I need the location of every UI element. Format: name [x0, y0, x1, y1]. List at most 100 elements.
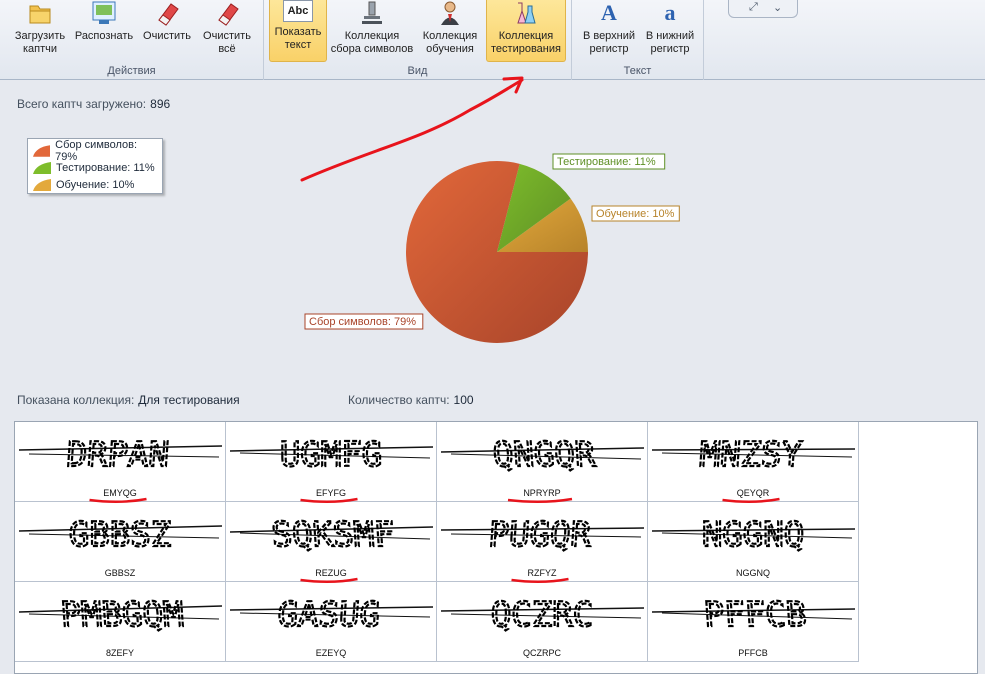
show-text-line2: текст [284, 39, 312, 51]
show-text-line1: Показать [274, 26, 322, 38]
chart-legend: Сбор символов: 79% Тестирование: 11% Обу… [27, 138, 163, 194]
legend-item: Обучение: 10% [33, 176, 157, 193]
captcha-image: MNZSY [652, 434, 855, 476]
captcha-distorted-text: QNGQR [492, 435, 598, 475]
captcha-cell[interactable]: PUGQR RZFYZ [437, 502, 648, 583]
captcha-distorted-text: PMBGQM [59, 595, 185, 635]
captcha-cell[interactable]: PFFCB PFFCB [648, 582, 859, 662]
testing-line2: тестирования [491, 43, 561, 55]
captcha-recognized-text: QCZRPC [523, 648, 561, 658]
captcha-cell[interactable]: QNGQR NPRYRP [437, 422, 648, 504]
captcha-distorted-text: QCZRC [491, 595, 593, 635]
show-text-button[interactable]: Abc Показать текст [269, 0, 327, 62]
legend-swatch [33, 161, 51, 174]
captcha-recognized-text: EZEYQ [315, 648, 347, 658]
captcha-cell[interactable]: GBBSZ GBBSZ [15, 502, 226, 582]
captcha-distorted-text: MNZSY [698, 435, 803, 475]
captcha-image: QNGQR [441, 434, 644, 476]
captcha-image: PUGQR [441, 514, 644, 556]
folder-icon [29, 5, 51, 24]
symbols-line1: Коллекция [344, 30, 400, 42]
captcha-distorted-text: DRPAN [65, 435, 170, 475]
captcha-cell[interactable]: GASUG EZEYQ [226, 582, 437, 662]
training-collection-button[interactable]: Коллекция обучения [416, 0, 484, 62]
captcha-cell[interactable]: MNZSY QEYQR [648, 422, 859, 503]
captcha-cell[interactable]: UGMFG EFYFG [226, 422, 437, 503]
slice-label: Обучение: 10% [596, 208, 675, 220]
captcha-image: UGMFG [230, 434, 433, 476]
legend-label: Сбор символов: 79% [55, 138, 138, 163]
ribbon-collapse-tab[interactable]: ⤢ ⌄ [728, 0, 798, 18]
legend-item: Тестирование: 11% [33, 159, 157, 176]
lowercase-line1: В нижний [645, 30, 695, 42]
symbols-collection-button[interactable]: Коллекция сбора символов [330, 0, 414, 62]
captcha-image: GBBSZ [19, 514, 222, 556]
captcha-image: DRPAN [19, 434, 222, 476]
legend-item: Сбор символов: 79% [33, 139, 157, 163]
recognize-line1: Распознать [74, 30, 134, 42]
load-captchas-button[interactable]: Загрузить каптчи [6, 0, 74, 62]
shown-collection-label: Показана коллекция: [17, 393, 135, 407]
symbols-line2: сбора символов [330, 43, 414, 55]
flasks-icon [517, 2, 536, 24]
clear-all-button[interactable]: Очистить всё [198, 0, 256, 62]
lowercase-line2: регистр [650, 43, 690, 55]
uppercase-button[interactable]: A В верхний регистр [578, 0, 640, 62]
captcha-image: GASUG [230, 594, 433, 636]
captcha-count-label: Количество каптч: [348, 393, 450, 407]
captcha-recognized-text: NGGNQ [735, 568, 770, 578]
captcha-cell[interactable]: NGGNQ NGGNQ [648, 502, 859, 582]
clear-line1: Очистить [143, 30, 191, 42]
view-group-label: Вид [407, 65, 428, 77]
recognize-icon [92, 1, 116, 24]
captcha-count-value: 100 [453, 393, 474, 407]
pie-chart-svg: Тестирование: 11% Обучение: 10% Сбор симво… [304, 153, 680, 343]
chevron-down-icon[interactable]: ⌄ [773, 1, 782, 14]
captcha-image: PMBGQM [19, 594, 222, 636]
captcha-image: PFFCB [652, 594, 855, 636]
legend-label: Обучение: 10% [56, 178, 135, 191]
captcha-cell[interactable]: SQKSMF REZUG [226, 502, 437, 583]
lowercase-button[interactable]: a В нижний регистр [640, 0, 700, 62]
load-line1: Загрузить [14, 30, 66, 42]
ribbon-toolbar: Загрузить каптчи Распознать Очистить Очи… [0, 0, 985, 80]
captcha-cell[interactable]: DRPAN EMYQG [15, 422, 226, 503]
captcha-distorted-text: SQKSMF [270, 515, 396, 555]
captcha-image: QCZRC [441, 594, 644, 636]
total-loaded-value: 896 [150, 97, 171, 111]
pie-chart: Тестирование: 11% Обучение: 10% Сбор симво… [300, 140, 720, 360]
lowercase-icon: a [664, 0, 676, 25]
clear-all-line1: Очистить [203, 30, 251, 42]
recognize-button[interactable]: Распознать [72, 0, 136, 62]
uppercase-line2: регистр [589, 43, 629, 55]
teacher-icon [441, 1, 459, 25]
load-line2: каптчи [22, 43, 58, 55]
shown-collection-value: Для тестирования [138, 393, 240, 407]
testing-line1: Коллекция [498, 30, 554, 42]
uppercase-line1: В верхний [582, 30, 636, 42]
captcha-distorted-text: UGMFG [280, 435, 382, 475]
expand-icon[interactable]: ⤢ [749, 1, 758, 14]
captcha-cell[interactable]: PMBGQM 8ZEFY [15, 582, 226, 662]
total-loaded: Всего каптч загружено: 896 [17, 97, 170, 111]
captcha-distorted-text: PUGQR [487, 515, 593, 555]
legend-label: Тестирование: 11% [56, 161, 155, 174]
captcha-recognized-text: GBBSZ [104, 568, 136, 578]
text-group: A В верхний регистр a В нижний регистр Т… [572, 0, 704, 80]
captcha-distorted-text: PFFCB [703, 595, 808, 635]
training-line1: Коллекция [422, 30, 478, 42]
clear-button[interactable]: Очистить [138, 0, 196, 62]
captcha-recognized-text: 8ZEFY [105, 648, 134, 658]
captcha-image: SQKSMF [230, 514, 433, 556]
testing-collection-button[interactable]: Коллекция тестирования [486, 0, 566, 62]
captcha-grid: DRPAN EMYQG UGMFG EFYFG QNGQR NPRYRP MNZSY QEYQ… [14, 421, 978, 674]
shown-collection: Показана коллекция: Для тестирования [17, 393, 240, 407]
view-group: Abc Показать текст Коллекция сбора симво… [264, 0, 572, 80]
eraser-icon [218, 3, 239, 26]
training-line2: обучения [426, 43, 474, 55]
captcha-cell[interactable]: QCZRC QCZRPC [437, 582, 648, 662]
legend-swatch [33, 178, 51, 191]
slice-label: Сбор символов: 79% [309, 316, 416, 328]
eraser-icon [158, 3, 179, 26]
text-group-label: Текст [623, 65, 652, 77]
